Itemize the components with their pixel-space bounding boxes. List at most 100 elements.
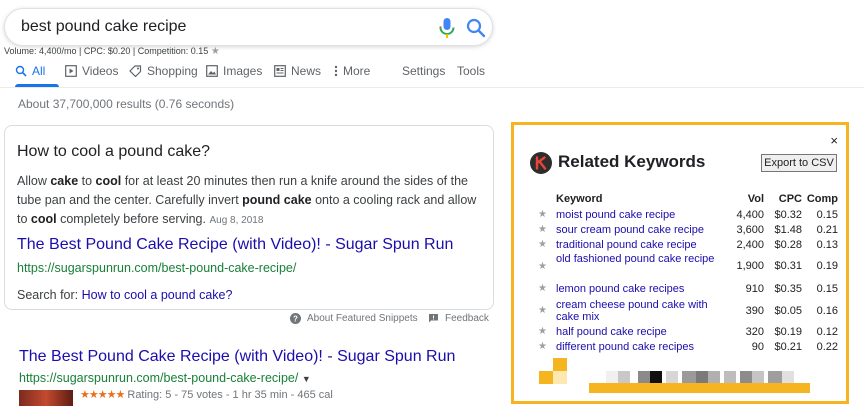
- star-icon[interactable]: ★: [538, 207, 556, 222]
- rating-stars-icon: ★★★★★: [80, 389, 125, 401]
- volume-text: Volume: 4,400/mo | CPC: $0.20 | Competit…: [4, 46, 209, 56]
- cpc-cell: $0.35: [774, 282, 802, 295]
- feedback-link[interactable]: Feedback: [428, 313, 489, 324]
- keyword-link[interactable]: cream cheese pound cake with cake mix: [556, 297, 724, 324]
- keyword-link[interactable]: moist pound cake recipe: [556, 207, 724, 222]
- vol-column-header: Vol: [747, 193, 764, 205]
- vol-cell: 390: [745, 304, 764, 317]
- snippet-heading: How to cool a pound cake?: [17, 143, 211, 160]
- vol-cell: 2,400: [736, 238, 764, 251]
- search-icon: [15, 65, 27, 77]
- cpc-cell: $0.21: [774, 340, 802, 353]
- star-icon[interactable]: ★: [538, 339, 556, 354]
- tab-news[interactable]: News: [274, 64, 321, 78]
- tab-more[interactable]: More: [334, 64, 370, 78]
- table-row: ★ half pound cake recipe 320 $0.19 0.12: [538, 324, 838, 339]
- mic-icon[interactable]: [437, 17, 457, 39]
- star-icon[interactable]: ★: [538, 324, 556, 339]
- search-input[interactable]: best pound cake recipe: [21, 18, 186, 36]
- about-featured-snippets[interactable]: ? About Featured Snippets: [290, 313, 418, 324]
- star-icon[interactable]: ★: [538, 222, 556, 237]
- table-row: ★ different pound cake recipes 90 $0.21 …: [538, 339, 838, 354]
- featured-snippet: How to cool a pound cake? Allow cake to …: [4, 125, 494, 310]
- comp-cell: 0.16: [816, 304, 838, 317]
- result-url[interactable]: https://sugarspunrun.com/best-pound-cake…: [19, 371, 311, 385]
- vol-cell: 3,600: [736, 223, 764, 236]
- export-csv-button[interactable]: Export to CSV: [761, 154, 837, 172]
- star-icon[interactable]: ★: [538, 237, 556, 252]
- table-row: ★ moist pound cake recipe 4,400 $0.32 0.…: [538, 207, 838, 222]
- panel-title: Related Keywords: [558, 152, 706, 171]
- image-icon: [206, 65, 218, 77]
- tab-images[interactable]: Images: [206, 64, 262, 78]
- svg-text:?: ?: [293, 315, 298, 324]
- close-icon[interactable]: ×: [830, 133, 838, 148]
- keyword-link[interactable]: traditional pound cake recipe: [556, 237, 724, 252]
- snippet-text: Allow: [17, 174, 51, 188]
- search-for-link[interactable]: How to cool a pound cake?: [82, 288, 233, 302]
- cpc-cell: $0.28: [774, 238, 802, 251]
- cpc-cell: $0.05: [774, 304, 802, 317]
- star-icon[interactable]: ★: [538, 252, 556, 280]
- feedback-icon: [429, 314, 438, 323]
- comp-cell: 0.13: [816, 238, 838, 251]
- keyword-volume-line: Volume: 4,400/mo | CPC: $0.20 | Competit…: [4, 46, 220, 57]
- snippet-text: to: [78, 174, 96, 188]
- tag-icon: [129, 65, 142, 77]
- search-for-line: Search for: How to cool a pound cake?: [17, 288, 232, 302]
- vol-cell: 320: [745, 325, 764, 338]
- pixel-bar-yellow: [589, 383, 810, 393]
- keyword-link[interactable]: lemon pound cake recipes: [556, 280, 724, 297]
- keywords-everywhere-logo: [530, 152, 552, 174]
- comp-cell: 0.19: [816, 260, 838, 272]
- chevron-down-icon[interactable]: ▼: [302, 374, 311, 384]
- result-thumbnail[interactable]: [19, 390, 73, 406]
- table-header-row: Keyword Vol CPC Comp: [538, 193, 838, 207]
- cpc-column-header: CPC: [778, 193, 802, 205]
- table-row: ★ lemon pound cake recipes 910 $0.35 0.1…: [538, 280, 838, 297]
- star-icon[interactable]: ★: [538, 280, 556, 297]
- snippet-result-link[interactable]: The Best Pound Cake Recipe (with Video)!…: [17, 236, 453, 254]
- result-title-link[interactable]: The Best Pound Cake Recipe (with Video)!…: [19, 348, 455, 366]
- snippet-result-url[interactable]: https://sugarspunrun.com/best-pound-cake…: [17, 261, 296, 275]
- result-stats: About 37,700,000 results (0.76 seconds): [18, 97, 235, 111]
- divider: [0, 87, 864, 88]
- comp-cell: 0.15: [816, 282, 838, 295]
- pixel-block-yellow: [539, 371, 553, 384]
- tab-all[interactable]: All: [15, 64, 45, 78]
- related-keywords-panel: × Related Keywords Export to CSV Keyword…: [511, 122, 849, 404]
- search-icon[interactable]: [465, 17, 487, 39]
- keyword-link[interactable]: old fashioned pound cake recipe: [556, 252, 724, 280]
- related-keywords-table: Keyword Vol CPC Comp ★ moist pound cake …: [538, 193, 838, 354]
- vol-cell: 1,900: [736, 260, 764, 272]
- help-icon: ?: [290, 313, 301, 324]
- search-box[interactable]: best pound cake recipe: [4, 8, 493, 46]
- keyword-link[interactable]: different pound cake recipes: [556, 339, 724, 354]
- vol-cell: 910: [745, 282, 764, 295]
- table-row: ★ sour cream pound cake recipe 3,600 $1.…: [538, 222, 838, 237]
- tab-settings[interactable]: Settings: [402, 64, 445, 78]
- comp-cell: 0.21: [816, 223, 838, 236]
- keyword-link[interactable]: sour cream pound cake recipe: [556, 222, 724, 237]
- snippet-body: Allow cake to cool for at least 20 minut…: [17, 172, 487, 230]
- comp-cell: 0.15: [816, 208, 838, 221]
- cpc-cell: $0.19: [774, 325, 802, 338]
- search-tabs: All Videos Shopping Images News More Set…: [4, 62, 864, 87]
- star-icon[interactable]: ★: [538, 297, 556, 324]
- keyword-column-header: Keyword: [556, 193, 603, 205]
- star-icon[interactable]: ★: [211, 46, 220, 57]
- more-dots-icon: [334, 65, 338, 77]
- snippet-date: Aug 8, 2018: [209, 215, 264, 226]
- news-icon: [274, 65, 286, 77]
- comp-column-header: Comp: [806, 193, 838, 205]
- vol-cell: 4,400: [736, 208, 764, 221]
- play-icon: [65, 65, 77, 77]
- cpc-cell: $1.48: [774, 223, 802, 236]
- keyword-link[interactable]: half pound cake recipe: [556, 324, 724, 339]
- tab-videos[interactable]: Videos: [65, 64, 118, 78]
- table-row: ★ traditional pound cake recipe 2,400 $0…: [538, 237, 838, 252]
- tab-tools[interactable]: Tools: [457, 64, 485, 78]
- tab-shopping[interactable]: Shopping: [129, 64, 198, 78]
- snippet-bold-text: cake: [50, 174, 79, 188]
- comp-cell: 0.12: [816, 325, 838, 338]
